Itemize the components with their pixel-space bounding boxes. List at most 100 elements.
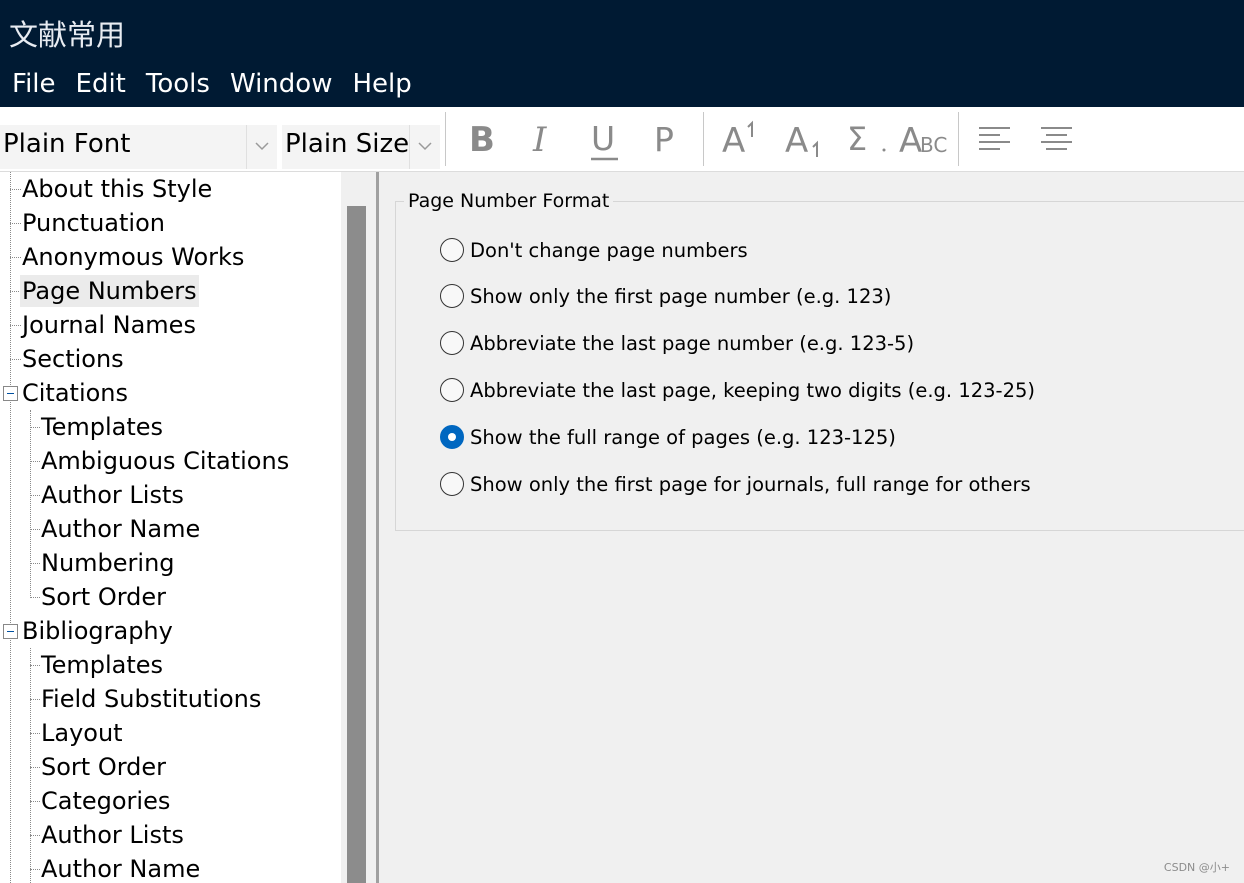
underline-glyph: U: [591, 119, 615, 158]
subscript-icon: A: [785, 121, 818, 161]
small-caps-button[interactable]: A BC: [898, 117, 952, 161]
tree-item-sections[interactable]: Sections: [20, 343, 126, 375]
plain-glyph: P: [654, 120, 674, 159]
toolbar-separator: [445, 112, 446, 166]
radio-button[interactable]: [440, 331, 464, 355]
tree-item-layout[interactable]: Layout: [39, 717, 125, 749]
symbol-button[interactable]: Σ: [845, 117, 891, 161]
tree-item-journal-names[interactable]: Journal Names: [20, 309, 198, 341]
tree-item-about-this-style[interactable]: About this Style: [20, 173, 214, 205]
tree-connector: [30, 410, 31, 598]
tree-item-page-numbers[interactable]: Page Numbers: [20, 275, 199, 307]
tree-scrollbar[interactable]: [341, 172, 371, 883]
bold-glyph: B: [469, 120, 495, 160]
tree-item-citations-author-lists[interactable]: Author Lists: [39, 479, 186, 511]
bibliography-collapse-toggle[interactable]: [3, 624, 18, 639]
chevron-down-icon: [255, 142, 269, 151]
option-full-range[interactable]: Show the full range of pages (e.g. 123-1…: [440, 425, 896, 449]
tree-item-field-substitutions[interactable]: Field Substitutions: [39, 683, 263, 715]
bold-button[interactable]: B: [463, 117, 503, 161]
menu-bar: File Edit Tools Window Help: [0, 66, 420, 102]
option-label[interactable]: Show only the first page number (e.g. 12…: [470, 285, 891, 308]
window-title: 文献常用: [9, 18, 126, 52]
tree-item-bibliography-author-name[interactable]: Author Name: [39, 853, 202, 883]
sigma-glyph: Σ: [847, 120, 867, 158]
font-combobox[interactable]: Plain Font: [0, 125, 277, 169]
option-label[interactable]: Don't change page numbers: [470, 239, 748, 262]
panel-splitter[interactable]: [376, 172, 379, 883]
option-abbreviate-last[interactable]: Abbreviate the last page number (e.g. 12…: [440, 331, 914, 355]
plain-button[interactable]: P: [648, 117, 688, 161]
tree-connector: [10, 172, 11, 883]
option-label[interactable]: Abbreviate the last page number (e.g. 12…: [470, 332, 914, 355]
tree-item-bibliography[interactable]: Bibliography: [20, 615, 175, 647]
tree-item-bibliography-author-lists[interactable]: Author Lists: [39, 819, 186, 851]
option-journals-first-page[interactable]: Show only the first page for journals, f…: [440, 472, 1031, 496]
subscript-glyph: A: [785, 121, 808, 161]
tree-item-citations-templates[interactable]: Templates: [39, 411, 165, 443]
italic-glyph: I: [532, 120, 547, 160]
option-label[interactable]: Show the full range of pages (e.g. 123-1…: [470, 426, 896, 449]
menu-tools[interactable]: Tools: [134, 66, 218, 102]
sigma-icon: Σ: [847, 120, 886, 158]
font-combobox-dropdown-button[interactable]: [246, 125, 277, 169]
page-number-format-group: Page Number Format Don't change page num…: [395, 189, 1244, 531]
radio-button-selected[interactable]: [440, 425, 464, 449]
size-combobox[interactable]: Plain Size: [282, 125, 440, 169]
menu-window[interactable]: Window: [218, 66, 341, 102]
option-label[interactable]: Show only the first page for journals, f…: [470, 473, 1031, 496]
small-caps-glyph-large: A: [899, 121, 922, 161]
align-left-button[interactable]: [978, 117, 1012, 161]
citations-collapse-toggle[interactable]: [3, 386, 18, 401]
watermark: CSDN @小+: [1163, 861, 1230, 874]
tree-item-bibliography-templates[interactable]: Templates: [39, 649, 165, 681]
option-dont-change[interactable]: Don't change page numbers: [440, 238, 748, 262]
underline-icon: U: [591, 119, 618, 161]
toolbar-separator: [958, 112, 959, 166]
toolbar-separator: [703, 112, 704, 166]
tree-item-citations-sort-order[interactable]: Sort Order: [39, 581, 168, 613]
align-center-icon: [1041, 127, 1072, 150]
small-caps-icon: A BC: [899, 121, 947, 161]
tree-item-punctuation[interactable]: Punctuation: [20, 207, 167, 239]
tree-item-anonymous-works[interactable]: Anonymous Works: [20, 241, 246, 273]
tree-item-citations[interactable]: Citations: [20, 377, 130, 409]
chevron-down-icon: [418, 142, 432, 151]
menu-edit[interactable]: Edit: [64, 66, 134, 102]
radio-button[interactable]: [440, 472, 464, 496]
tree-item-numbering[interactable]: Numbering: [39, 547, 177, 579]
italic-icon: I: [532, 120, 547, 160]
group-title: Page Number Format: [404, 189, 614, 213]
radio-button[interactable]: [440, 378, 464, 402]
superscript-button[interactable]: A: [720, 117, 770, 161]
option-abbreviate-two-digits[interactable]: Abbreviate the last page, keeping two di…: [440, 378, 1035, 402]
align-left-icon: [979, 127, 1010, 150]
tree-item-bibliography-sort-order[interactable]: Sort Order: [39, 751, 168, 783]
superscript-glyph: A: [722, 121, 745, 161]
subscript-button[interactable]: A: [783, 117, 833, 161]
page-numbers-settings-pane: Page Number Format Don't change page num…: [380, 172, 1244, 883]
menu-file[interactable]: File: [0, 66, 64, 102]
italic-button[interactable]: I: [525, 117, 565, 161]
tree-connector: [30, 648, 31, 883]
underline-button[interactable]: U: [585, 117, 625, 161]
font-combobox-value: Plain Font: [3, 129, 131, 159]
size-combobox-value: Plain Size: [285, 129, 410, 159]
radio-button[interactable]: [440, 238, 464, 262]
tree-item-categories[interactable]: Categories: [39, 785, 172, 817]
style-sections-tree: About this Style Punctuation Anonymous W…: [0, 172, 341, 883]
option-first-page-only[interactable]: Show only the first page number (e.g. 12…: [440, 284, 891, 308]
tree-scrollbar-thumb[interactable]: [347, 206, 366, 883]
small-caps-glyph-small: BC: [920, 133, 947, 157]
title-bar: 文献常用 File Edit Tools Window Help: [0, 0, 1244, 107]
size-combobox-dropdown-button[interactable]: [409, 125, 440, 169]
formatting-toolbar: Plain Font Plain Size B I U P A A Σ A BC: [0, 107, 1244, 172]
tree-item-ambiguous-citations[interactable]: Ambiguous Citations: [39, 445, 291, 477]
superscript-icon: A: [722, 120, 753, 161]
align-center-button[interactable]: [1040, 117, 1074, 161]
menu-help[interactable]: Help: [340, 66, 419, 102]
option-label[interactable]: Abbreviate the last page, keeping two di…: [470, 379, 1035, 402]
radio-button[interactable]: [440, 284, 464, 308]
bold-icon: B: [469, 120, 495, 160]
tree-item-citations-author-name[interactable]: Author Name: [39, 513, 202, 545]
